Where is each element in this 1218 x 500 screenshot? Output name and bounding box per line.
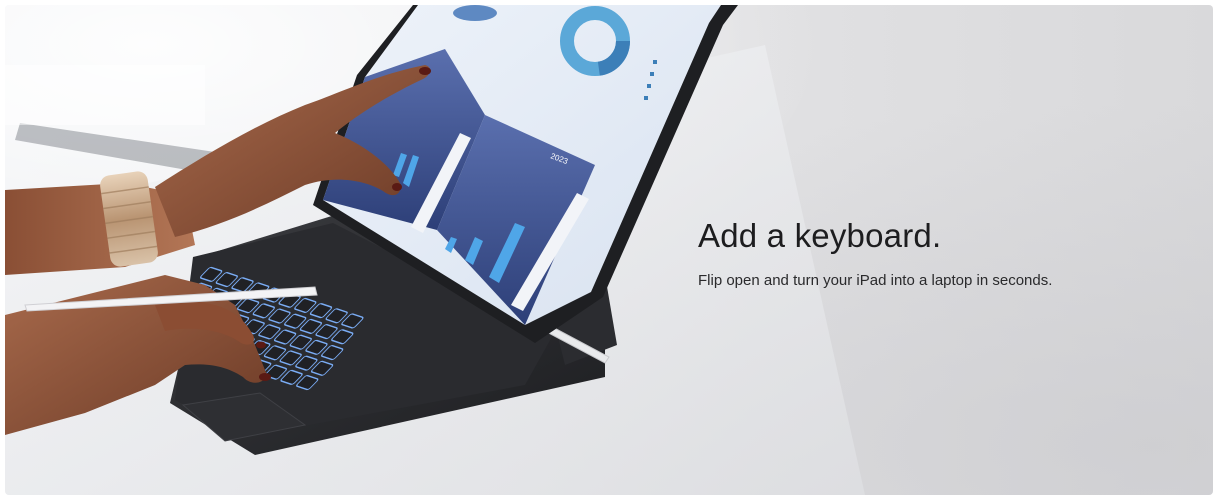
blurred-paper <box>5 65 205 125</box>
banner-text: Add a keyboard. Flip open and turn your … <box>698 217 1178 291</box>
banner-subheadline: Flip open and turn your iPad into a lapt… <box>698 272 1053 290</box>
page-frame: 2023 Add a keyboard. Flip open and turn … <box>0 0 1218 500</box>
hero-banner: 2023 Add a keyboard. Flip open and turn … <box>5 5 1213 495</box>
banner-headline: Add a keyboard. <box>698 217 942 254</box>
